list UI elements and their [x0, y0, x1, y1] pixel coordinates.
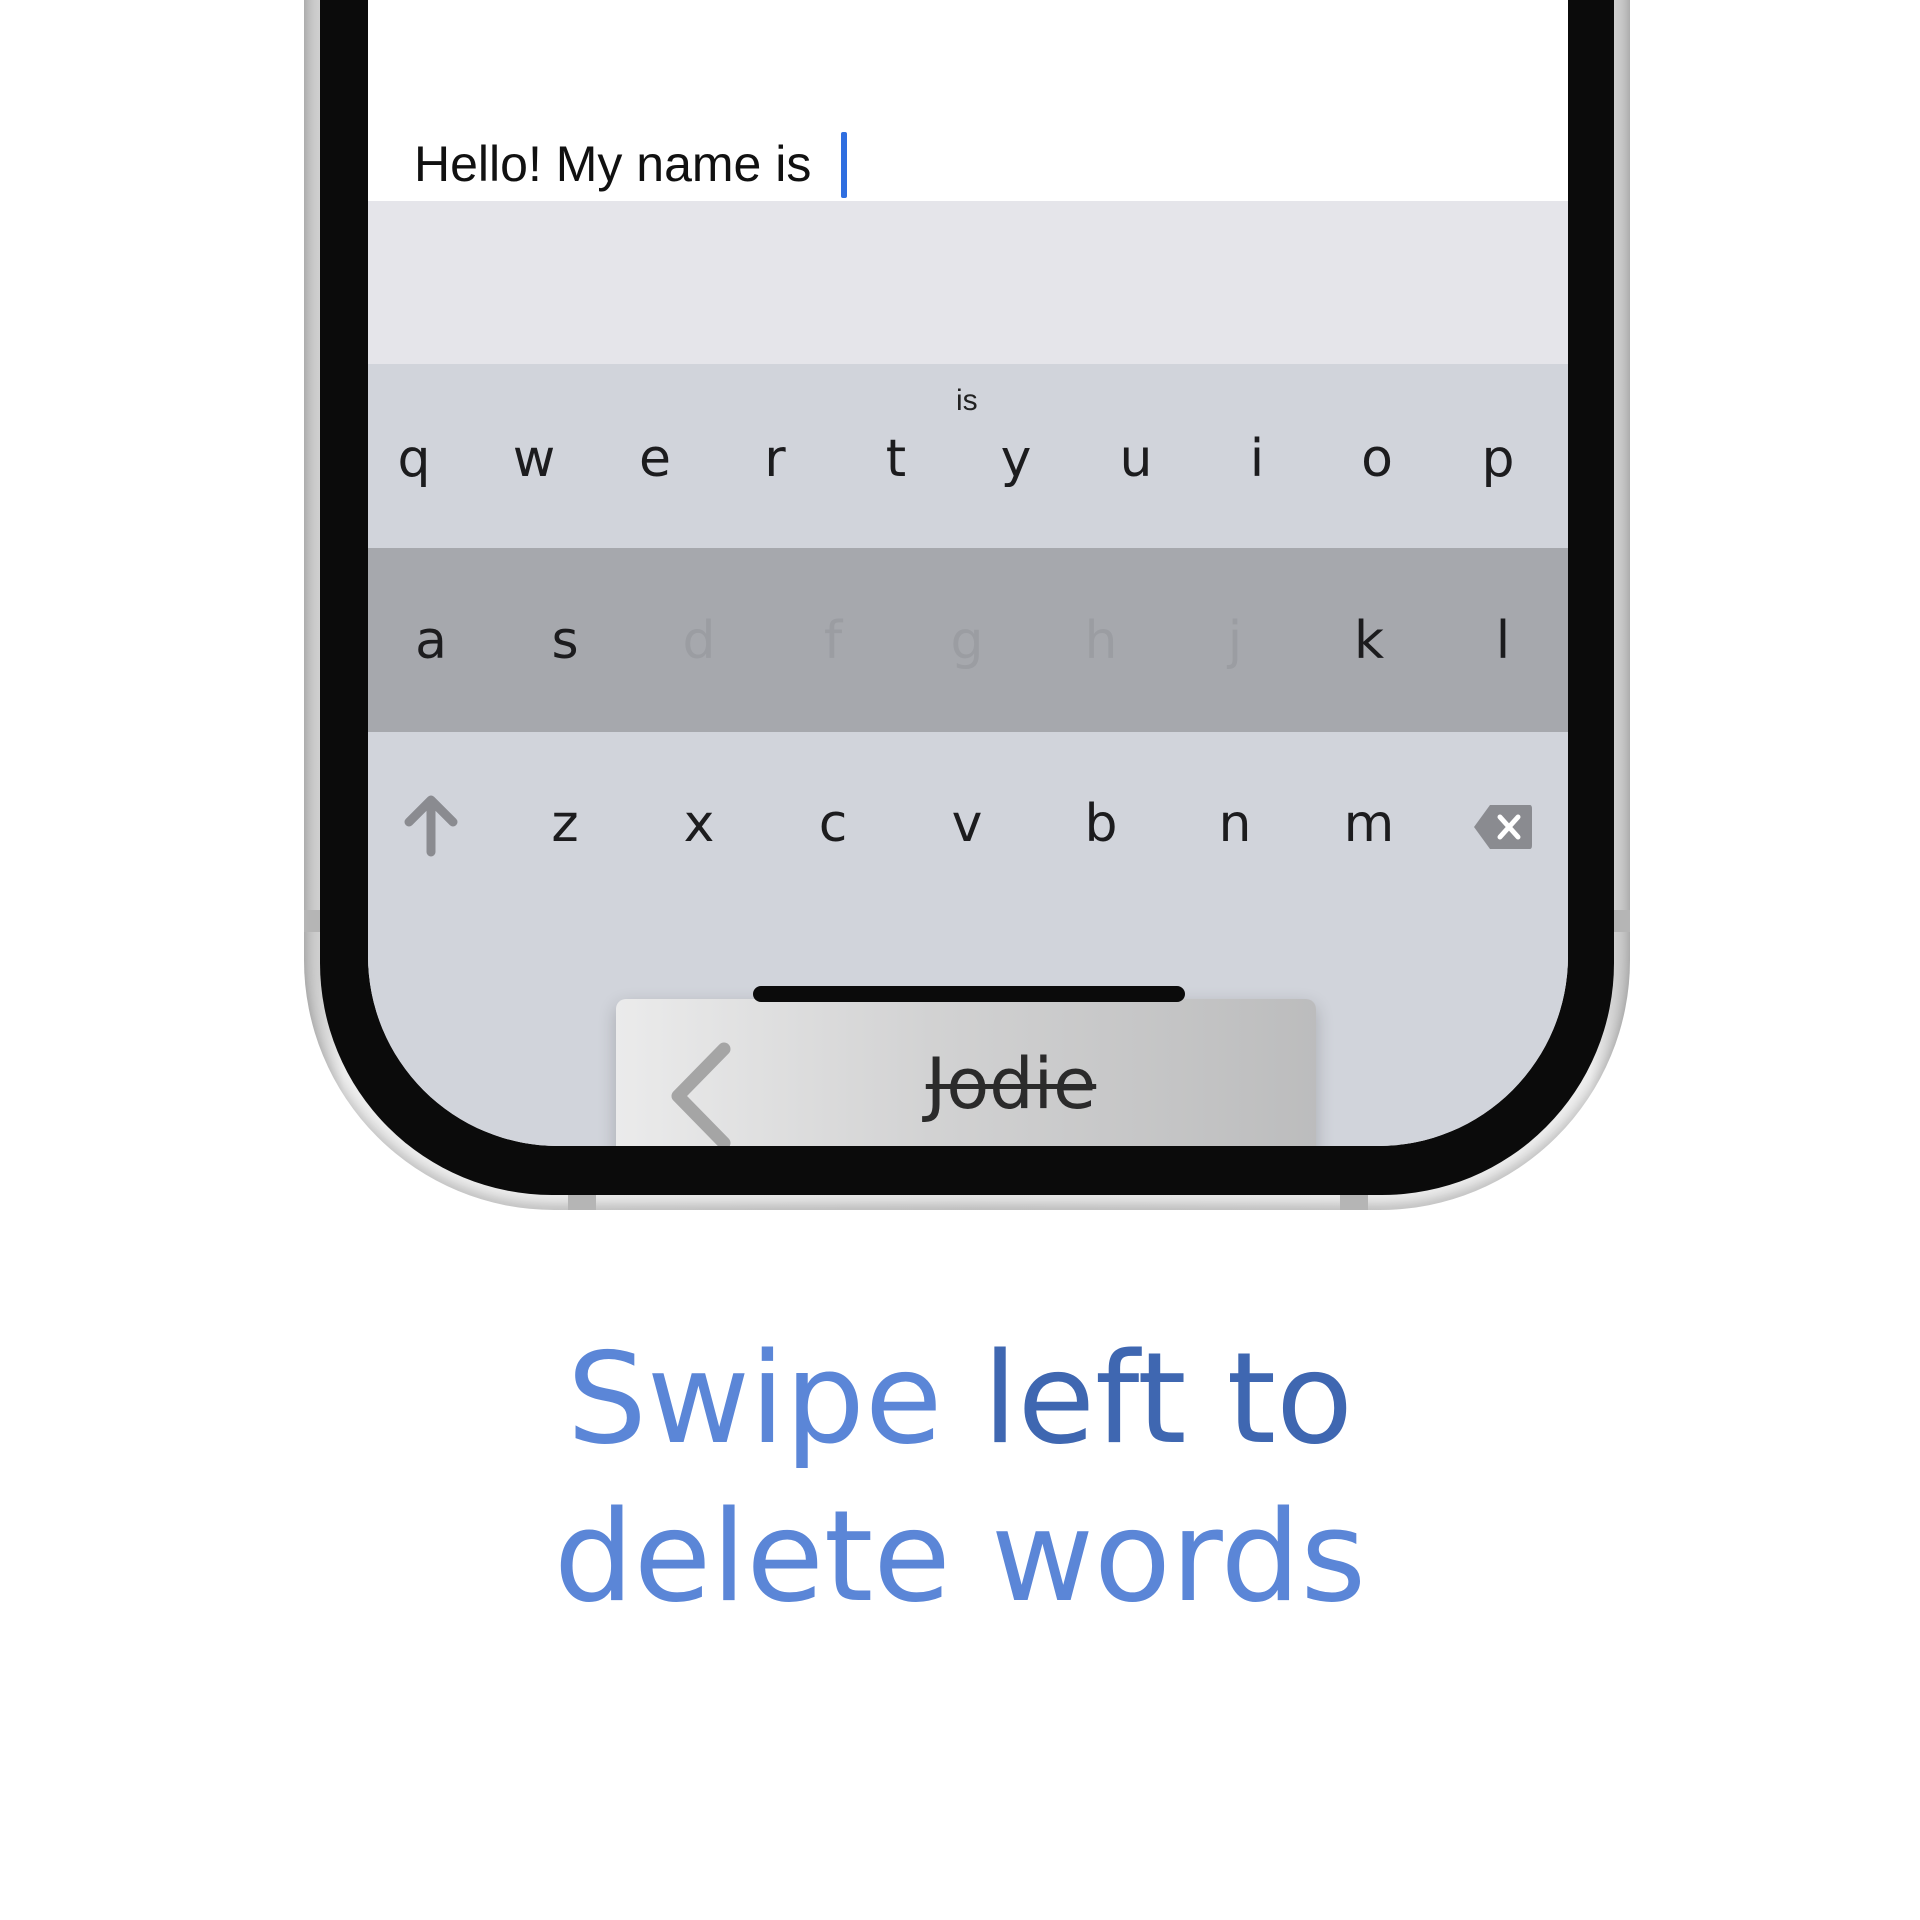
key-t[interactable]: t — [846, 419, 946, 499]
phone-bottom-notch-right — [1340, 1195, 1368, 1210]
message-input-bar[interactable] — [368, 201, 1568, 364]
key-o[interactable]: o — [1327, 419, 1427, 499]
message-input-text[interactable]: Hello! My name is — [414, 135, 811, 193]
key-j[interactable]: j — [1185, 601, 1285, 681]
deleted-word: Jodie — [925, 1043, 1097, 1125]
key-n[interactable]: n — [1185, 784, 1285, 864]
key-v[interactable]: v — [917, 784, 1017, 864]
keyboard: is q w e r t y u i o p a s d f g h j k l… — [368, 364, 1568, 1146]
key-s[interactable]: s — [515, 601, 615, 681]
key-d[interactable]: d — [649, 601, 749, 681]
key-h[interactable]: h — [1051, 601, 1151, 681]
phone-screen: Hello! My name is is q w e r t y u i o p… — [368, 0, 1568, 1146]
key-m[interactable]: m — [1319, 784, 1419, 864]
caption-line-2: delete words — [553, 1483, 1367, 1630]
key-i[interactable]: i — [1207, 419, 1307, 499]
backspace-icon — [1474, 805, 1532, 849]
swipe-suggestion-hint: is — [956, 384, 978, 417]
key-w[interactable]: w — [484, 419, 584, 499]
key-u[interactable]: u — [1086, 419, 1186, 499]
swipe-delete-overlay: Jodie — [616, 999, 1316, 1146]
caption-left-to: left to — [982, 1325, 1354, 1472]
key-k[interactable]: k — [1319, 601, 1419, 681]
key-y[interactable]: y — [966, 419, 1066, 499]
key-a[interactable]: a — [381, 601, 481, 681]
key-p[interactable]: p — [1448, 419, 1548, 499]
text-cursor — [841, 132, 847, 198]
key-z[interactable]: z — [515, 784, 615, 864]
shift-arrow-icon — [404, 795, 458, 857]
key-e[interactable]: e — [605, 419, 705, 499]
caption: Swipe left to delete words — [0, 1320, 1920, 1636]
key-r[interactable]: r — [725, 419, 825, 499]
key-g[interactable]: g — [917, 601, 1017, 681]
key-c[interactable]: c — [783, 784, 883, 864]
phone-side-notch-left — [304, 910, 320, 932]
shift-key[interactable] — [381, 784, 481, 864]
phone-bottom-notch-left — [568, 1195, 596, 1210]
phone-side-notch-right — [1614, 910, 1630, 932]
key-q[interactable]: q — [368, 419, 464, 499]
caption-line-1: Swipe left to — [0, 1320, 1920, 1478]
key-b[interactable]: b — [1051, 784, 1151, 864]
caption-swipe: Swipe — [566, 1325, 983, 1472]
key-f[interactable]: f — [783, 601, 883, 681]
backspace-key[interactable] — [1453, 784, 1553, 864]
key-l[interactable]: l — [1453, 601, 1553, 681]
home-indicator[interactable] — [753, 986, 1185, 1002]
key-x[interactable]: x — [649, 784, 749, 864]
